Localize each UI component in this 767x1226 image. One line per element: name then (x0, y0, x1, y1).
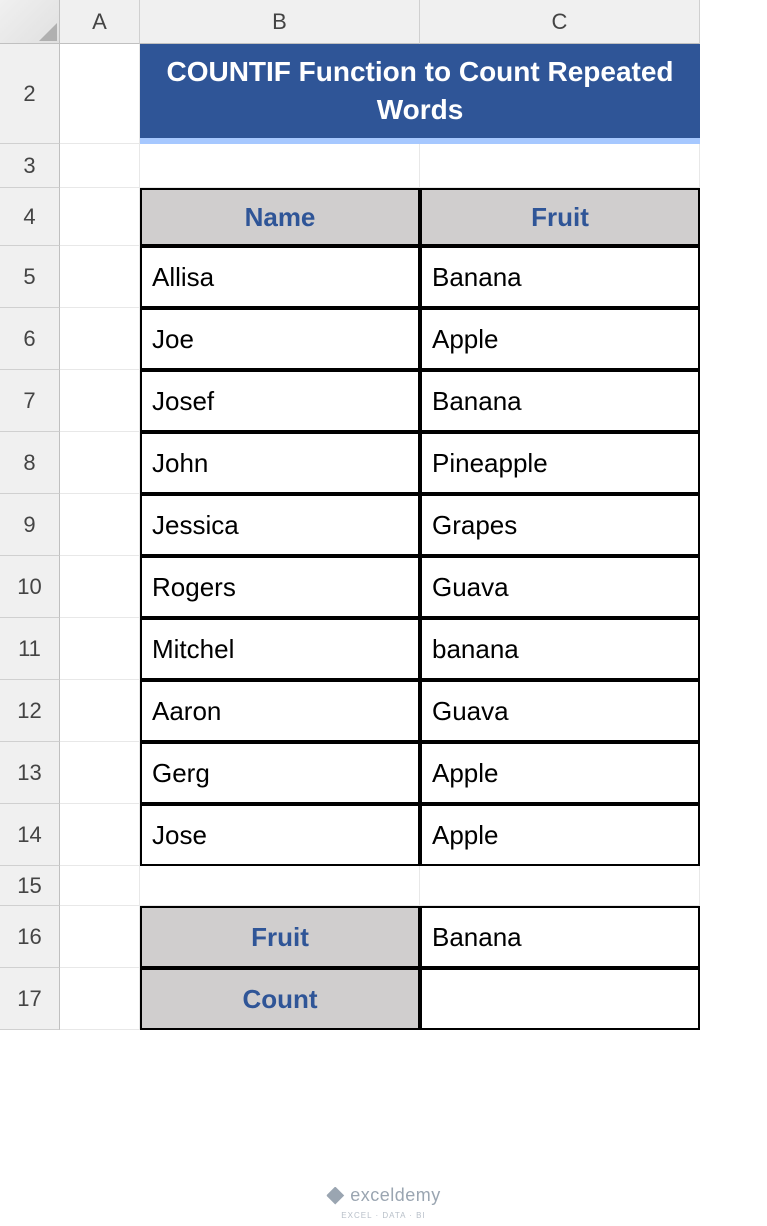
row-header-12[interactable]: 12 (0, 680, 60, 742)
table-header-fruit[interactable]: Fruit (420, 188, 700, 246)
cell-c3[interactable] (420, 144, 700, 188)
table-row[interactable]: Allisa (140, 246, 420, 308)
cell-a8[interactable] (60, 432, 140, 494)
cell-a5[interactable] (60, 246, 140, 308)
summary-fruit-label[interactable]: Fruit (140, 906, 420, 968)
table-row[interactable]: Jose (140, 804, 420, 866)
col-header-a[interactable]: A (60, 0, 140, 44)
title-merged[interactable]: COUNTIF Function to Count Repeated Words (140, 44, 700, 144)
row-header-11[interactable]: 11 (0, 618, 60, 680)
cell-c15[interactable] (420, 866, 700, 906)
col-header-b[interactable]: B (140, 0, 420, 44)
cell-a11[interactable] (60, 618, 140, 680)
watermark-logo: exceldemy (326, 1185, 441, 1206)
select-all-corner[interactable] (0, 0, 60, 44)
row-header-16[interactable]: 16 (0, 906, 60, 968)
row-header-3[interactable]: 3 (0, 144, 60, 188)
row-header-14[interactable]: 14 (0, 804, 60, 866)
cell-a16[interactable] (60, 906, 140, 968)
row-header-15[interactable]: 15 (0, 866, 60, 906)
row-header-10[interactable]: 10 (0, 556, 60, 618)
table-row[interactable]: Joe (140, 308, 420, 370)
cell-a3[interactable] (60, 144, 140, 188)
cell-a4[interactable] (60, 188, 140, 246)
cell-a13[interactable] (60, 742, 140, 804)
table-row[interactable]: Aaron (140, 680, 420, 742)
cell-a2[interactable] (60, 44, 140, 144)
table-row[interactable]: Gerg (140, 742, 420, 804)
row-header-17[interactable]: 17 (0, 968, 60, 1030)
table-row[interactable]: Guava (420, 556, 700, 618)
table-row[interactable]: Pineapple (420, 432, 700, 494)
row-header-7[interactable]: 7 (0, 370, 60, 432)
watermark-brand: exceldemy (350, 1185, 441, 1206)
cell-b3[interactable] (140, 144, 420, 188)
table-row[interactable]: Banana (420, 246, 700, 308)
row-header-6[interactable]: 6 (0, 308, 60, 370)
summary-fruit-value[interactable]: Banana (420, 906, 700, 968)
row-header-13[interactable]: 13 (0, 742, 60, 804)
logo-icon (326, 1187, 344, 1205)
cell-a12[interactable] (60, 680, 140, 742)
table-header-name[interactable]: Name (140, 188, 420, 246)
row-header-9[interactable]: 9 (0, 494, 60, 556)
cell-a15[interactable] (60, 866, 140, 906)
spreadsheet-grid: A B C 2 COUNTIF Function to Count Repeat… (0, 0, 767, 1030)
watermark-tagline: EXCEL · DATA · BI (341, 1211, 425, 1220)
table-row[interactable]: Jessica (140, 494, 420, 556)
table-row[interactable]: Grapes (420, 494, 700, 556)
table-row[interactable]: Mitchel (140, 618, 420, 680)
row-header-4[interactable]: 4 (0, 188, 60, 246)
table-row[interactable]: Apple (420, 742, 700, 804)
table-row[interactable]: Banana (420, 370, 700, 432)
table-row[interactable]: Rogers (140, 556, 420, 618)
cell-a10[interactable] (60, 556, 140, 618)
cell-a9[interactable] (60, 494, 140, 556)
cell-a17[interactable] (60, 968, 140, 1030)
cell-a6[interactable] (60, 308, 140, 370)
cell-a7[interactable] (60, 370, 140, 432)
table-row[interactable]: Apple (420, 308, 700, 370)
summary-count-label[interactable]: Count (140, 968, 420, 1030)
cell-a14[interactable] (60, 804, 140, 866)
table-row[interactable]: John (140, 432, 420, 494)
table-row[interactable]: banana (420, 618, 700, 680)
summary-count-value[interactable] (420, 968, 700, 1030)
table-row[interactable]: Guava (420, 680, 700, 742)
table-row[interactable]: Apple (420, 804, 700, 866)
cell-b15[interactable] (140, 866, 420, 906)
row-header-5[interactable]: 5 (0, 246, 60, 308)
col-header-c[interactable]: C (420, 0, 700, 44)
row-header-2[interactable]: 2 (0, 44, 60, 144)
row-header-8[interactable]: 8 (0, 432, 60, 494)
table-row[interactable]: Josef (140, 370, 420, 432)
